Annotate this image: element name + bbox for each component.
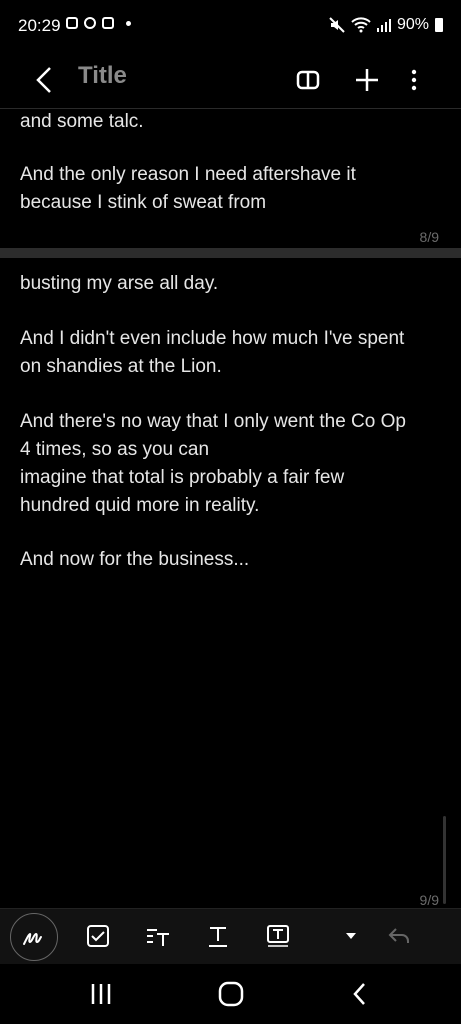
battery-icon bbox=[435, 18, 443, 32]
page-number: 9/9 bbox=[419, 892, 439, 908]
add-page-button[interactable] bbox=[349, 62, 385, 98]
checkbox-button[interactable] bbox=[77, 915, 119, 957]
mute-icon bbox=[329, 17, 345, 33]
home-button[interactable] bbox=[211, 976, 251, 1012]
paragraph: busting my arse all day. bbox=[20, 273, 219, 294]
text-box-button[interactable] bbox=[257, 915, 299, 957]
undo-button[interactable] bbox=[378, 915, 420, 957]
notification-app-icon-2 bbox=[102, 17, 114, 29]
notification-icons bbox=[66, 17, 131, 29]
notification-app-icon bbox=[66, 17, 78, 29]
status-bar: 20:29 90% bbox=[0, 0, 461, 52]
back-button[interactable] bbox=[28, 62, 64, 98]
book-icon bbox=[296, 70, 320, 90]
paragraph: and some talc. bbox=[20, 111, 144, 132]
do-not-disturb-icon bbox=[84, 17, 96, 29]
note-page-9[interactable]: busting my arse all day. And I didn't ev… bbox=[0, 258, 461, 908]
reading-mode-button[interactable] bbox=[290, 62, 326, 98]
note-title[interactable]: Title bbox=[78, 62, 127, 90]
scrollbar[interactable] bbox=[443, 816, 446, 904]
paragraph: And the only reason I need aftershave it… bbox=[20, 164, 356, 213]
text-box-icon bbox=[267, 925, 289, 947]
checkbox-icon bbox=[87, 925, 109, 947]
status-right: 90% bbox=[329, 16, 443, 34]
home-icon bbox=[218, 981, 244, 1007]
more-vertical-icon bbox=[411, 69, 417, 91]
editor-toolbar bbox=[0, 908, 461, 965]
signal-icon bbox=[376, 19, 391, 32]
page-number: 8/9 bbox=[419, 229, 439, 245]
system-navigation-bar bbox=[0, 964, 461, 1024]
note-page-8[interactable]: and some talc. And the only reason I nee… bbox=[0, 108, 461, 248]
status-time: 20:29 bbox=[18, 16, 61, 35]
text-style-button[interactable] bbox=[137, 915, 179, 957]
undo-icon bbox=[388, 928, 409, 943]
wifi-icon bbox=[351, 17, 371, 33]
back-icon bbox=[353, 983, 365, 1005]
plus-icon bbox=[356, 69, 378, 91]
pen-icon bbox=[23, 932, 42, 945]
paragraph: And I didn't even include how much I've … bbox=[20, 328, 405, 377]
paragraph: And now for the business... bbox=[20, 549, 250, 570]
battery-percentage: 90% bbox=[396, 16, 429, 33]
toolbar-dropdown-button[interactable] bbox=[330, 915, 372, 957]
page-divider bbox=[0, 248, 461, 258]
chevron-left-icon bbox=[36, 67, 51, 93]
recent-apps-icon bbox=[91, 984, 111, 1004]
paragraph: And there's no way that I only went the … bbox=[20, 411, 406, 516]
nav-back-button[interactable] bbox=[340, 976, 380, 1012]
more-options-button[interactable] bbox=[396, 62, 432, 98]
app-bar: Title bbox=[0, 52, 461, 109]
recent-apps-button[interactable] bbox=[81, 976, 121, 1012]
text-underline-icon bbox=[209, 927, 227, 947]
pen-mode-button[interactable] bbox=[10, 913, 58, 961]
dropdown-icon bbox=[346, 933, 356, 939]
text-style-icon bbox=[147, 929, 169, 946]
more-notifications-icon bbox=[126, 20, 131, 26]
text-underline-button[interactable] bbox=[197, 915, 239, 957]
